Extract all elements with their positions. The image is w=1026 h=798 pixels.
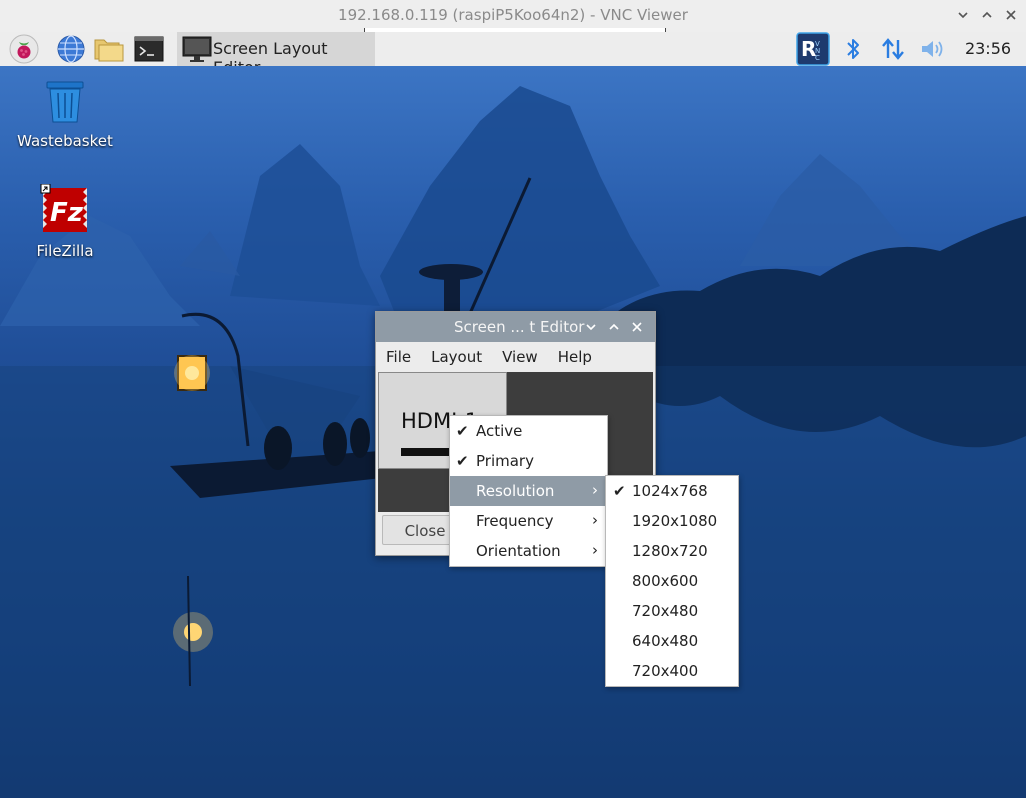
- resolution-submenu: ✔ 1024x768 1920x1080 1280x720 800x600 72…: [605, 475, 739, 687]
- clock[interactable]: 23:56: [958, 39, 1018, 58]
- chevron-down-icon: [958, 12, 968, 19]
- menu-layout[interactable]: Layout: [421, 342, 492, 372]
- vnc-viewer-titlebar: 192.168.0.119 (raspiP5Koo64n2) - VNC Vie…: [0, 0, 1026, 34]
- chevron-up-icon: [982, 11, 992, 18]
- close-icon: [1006, 10, 1016, 20]
- raspberry-menu-icon[interactable]: [8, 33, 40, 65]
- menu-item-label: Active: [476, 422, 523, 440]
- file-manager-icon[interactable]: [93, 33, 125, 65]
- maximize-button[interactable]: [605, 317, 623, 337]
- window-title: Screen ... t Editor: [454, 318, 585, 336]
- resolution-label: 720x480: [632, 602, 699, 620]
- volume-icon[interactable]: [918, 32, 948, 66]
- menu-item-orientation[interactable]: Orientation ›: [450, 536, 607, 566]
- menu-help[interactable]: Help: [548, 342, 602, 372]
- resolution-option[interactable]: 720x480: [606, 596, 738, 626]
- menu-item-active[interactable]: ✔ Active: [450, 416, 607, 446]
- menu-item-label: Resolution: [476, 482, 555, 500]
- menu-item-label: Orientation: [476, 542, 561, 560]
- chevron-right-icon: ›: [592, 481, 598, 499]
- resolution-option[interactable]: 800x600: [606, 566, 738, 596]
- resolution-option[interactable]: ✔ 1024x768: [606, 476, 738, 506]
- menu-item-frequency[interactable]: Frequency ›: [450, 506, 607, 536]
- web-browser-icon[interactable]: [55, 33, 87, 65]
- monitor-icon: [182, 36, 212, 62]
- minimize-button[interactable]: [956, 5, 970, 25]
- window-titlebar[interactable]: Screen ... t Editor: [376, 312, 655, 342]
- chevron-right-icon: ›: [592, 511, 598, 529]
- network-icon[interactable]: [878, 32, 908, 66]
- minimize-button[interactable]: [582, 317, 600, 337]
- menu-item-label: Frequency: [476, 512, 554, 530]
- desktop-icon-filezilla[interactable]: Fz FileZilla: [10, 183, 120, 260]
- desktop-icon-label: FileZilla: [36, 242, 94, 260]
- resolution-option[interactable]: 720x400: [606, 656, 738, 686]
- bluetooth-icon[interactable]: [840, 32, 866, 66]
- menu-bar: File Layout View Help: [376, 342, 655, 372]
- resolution-label: 640x480: [632, 632, 699, 650]
- resolution-label: 800x600: [632, 572, 699, 590]
- menu-item-primary[interactable]: ✔ Primary: [450, 446, 607, 476]
- resolution-label: 1280x720: [632, 542, 708, 560]
- chevron-right-icon: ›: [592, 541, 598, 559]
- close-icon: [632, 322, 642, 332]
- resolution-option[interactable]: 1920x1080: [606, 506, 738, 536]
- menu-item-label: Primary: [476, 452, 534, 470]
- desktop-icon-label: Wastebasket: [17, 132, 113, 150]
- check-icon: ✔: [456, 422, 469, 440]
- resolution-label: 720x400: [632, 662, 699, 680]
- realvnc-icon[interactable]: R V N C: [795, 32, 831, 66]
- desktop-icon-wastebasket[interactable]: Wastebasket: [10, 78, 120, 150]
- monitor-context-menu: ✔ Active ✔ Primary Resolution › Frequenc…: [449, 415, 608, 567]
- menu-item-resolution[interactable]: Resolution ›: [450, 476, 607, 506]
- svg-text:C: C: [815, 54, 820, 62]
- resolution-option[interactable]: 640x480: [606, 626, 738, 656]
- task-screen-layout-editor[interactable]: Screen Layout Editor: [177, 32, 375, 77]
- menu-file[interactable]: File: [376, 342, 421, 372]
- resolution-label: 1024x768: [632, 482, 708, 500]
- filezilla-icon: Fz: [40, 183, 87, 232]
- svg-text:Fz: Fz: [50, 198, 84, 228]
- maximize-button[interactable]: [980, 5, 994, 25]
- close-window-button[interactable]: [1004, 5, 1018, 25]
- check-icon: ✔: [613, 482, 626, 500]
- monitor-primary-bar: [401, 448, 453, 456]
- menu-view[interactable]: View: [492, 342, 548, 372]
- chevron-up-icon: [609, 323, 619, 330]
- close-window-button[interactable]: [628, 317, 646, 337]
- vnc-window-title: 192.168.0.119 (raspiP5Koo64n2) - VNC Vie…: [338, 6, 688, 24]
- taskbar: Screen Layout Editor R V N C 23:56: [0, 32, 1026, 77]
- wastebasket-icon: [46, 81, 84, 123]
- resolution-label: 1920x1080: [632, 512, 718, 530]
- check-icon: ✔: [456, 452, 469, 470]
- terminal-icon[interactable]: [133, 33, 165, 65]
- resolution-option[interactable]: 1280x720: [606, 536, 738, 566]
- chevron-down-icon: [586, 324, 596, 331]
